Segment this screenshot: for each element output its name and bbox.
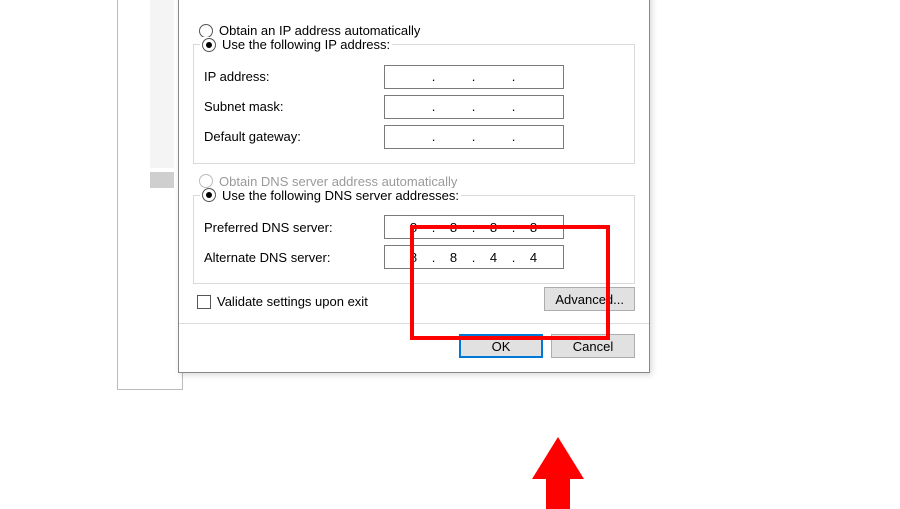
advanced-button[interactable]: Advanced... — [544, 287, 635, 311]
radio-obtain-ip-input[interactable] — [199, 24, 213, 38]
subnet-mask-label: Subnet mask: — [204, 99, 384, 114]
ip-address-input[interactable]: . . . — [384, 65, 564, 89]
alternate-dns-row: Alternate DNS server: 8. 8. 4. 4 — [204, 245, 624, 269]
spacer-top — [193, 0, 635, 17]
cancel-button-label: Cancel — [573, 339, 613, 354]
radio-obtain-dns-input — [199, 174, 213, 188]
annotation-arrow-icon — [532, 437, 584, 509]
radio-obtain-dns: Obtain DNS server address automatically — [199, 174, 635, 189]
radio-obtain-ip-label: Obtain an IP address automatically — [219, 23, 420, 38]
ip-address-label: IP address: — [204, 69, 384, 84]
default-gateway-input[interactable]: . . . — [384, 125, 564, 149]
radio-use-ip-input[interactable] — [202, 38, 216, 52]
ipv4-properties-dialog: Obtain an IP address automatically Use t… — [178, 0, 650, 373]
cancel-button[interactable]: Cancel — [551, 334, 635, 358]
background-window — [150, 0, 174, 168]
ip-address-row: IP address: . . . — [204, 65, 624, 89]
ok-button-label: OK — [492, 339, 511, 354]
radio-obtain-ip[interactable]: Obtain an IP address automatically — [199, 23, 635, 38]
alternate-dns-label: Alternate DNS server: — [204, 250, 384, 265]
subnet-mask-input[interactable]: . . . — [384, 95, 564, 119]
preferred-dns-label: Preferred DNS server: — [204, 220, 384, 235]
dialog-button-bar: OK Cancel — [179, 323, 649, 372]
radio-use-ip-label: Use the following IP address: — [222, 37, 390, 52]
validate-checkbox[interactable] — [197, 295, 211, 309]
alternate-dns-input[interactable]: 8. 8. 4. 4 — [384, 245, 564, 269]
advanced-button-label: Advanced... — [555, 292, 624, 307]
preferred-dns-row: Preferred DNS server: 8. 8. 8. 8 — [204, 215, 624, 239]
dns-server-group: Use the following DNS server addresses: … — [193, 195, 635, 285]
radio-use-dns-input[interactable] — [202, 188, 216, 202]
default-gateway-row: Default gateway: . . . — [204, 125, 624, 149]
dialog-body: Obtain an IP address automatically Use t… — [179, 0, 649, 323]
ip-address-group: Use the following IP address: IP address… — [193, 44, 635, 164]
ok-button[interactable]: OK — [459, 334, 543, 358]
radio-obtain-dns-label: Obtain DNS server address automatically — [219, 174, 457, 189]
radio-use-dns-label: Use the following DNS server addresses: — [222, 188, 459, 203]
preferred-dns-input[interactable]: 8. 8. 8. 8 — [384, 215, 564, 239]
default-gateway-label: Default gateway: — [204, 129, 384, 144]
background-window-scroll — [150, 172, 174, 188]
subnet-mask-row: Subnet mask: . . . — [204, 95, 624, 119]
radio-use-dns[interactable]: Use the following DNS server addresses: — [200, 188, 461, 203]
radio-use-ip[interactable]: Use the following IP address: — [200, 37, 392, 52]
validate-checkbox-label: Validate settings upon exit — [217, 294, 368, 309]
